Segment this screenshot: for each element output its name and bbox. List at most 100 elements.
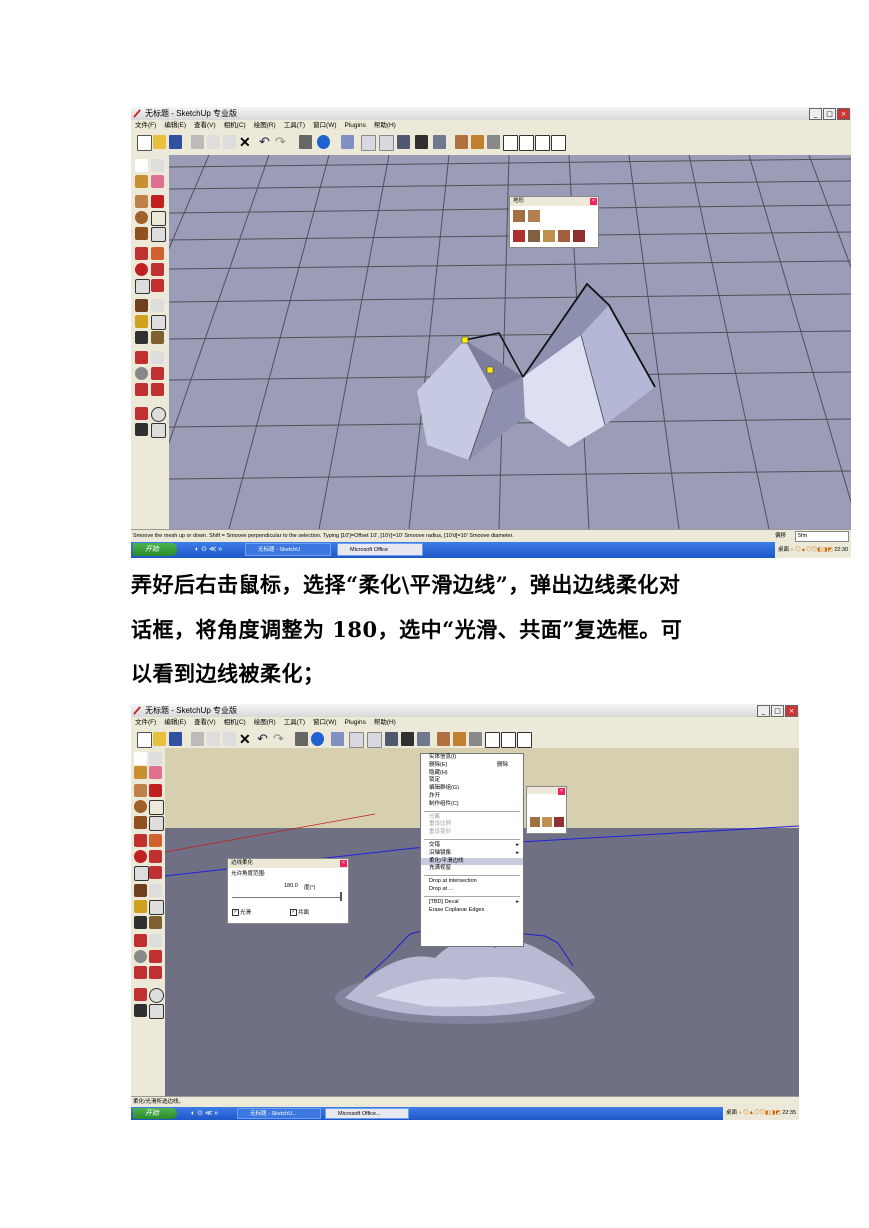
context-menu-item[interactable]: 炸开 — [421, 793, 523, 801]
terrain-icon[interactable] — [455, 135, 468, 149]
iso-view-icon[interactable] — [341, 135, 354, 149]
zoom-icon[interactable] — [135, 367, 148, 380]
maximize-button[interactable]: □ — [771, 705, 784, 717]
select-icon[interactable] — [135, 159, 148, 172]
close-icon[interactable]: × — [340, 860, 347, 867]
circle-icon[interactable] — [135, 211, 148, 224]
menu-draw[interactable]: 绘图(R) — [254, 717, 276, 728]
quicklaunch-icons[interactable]: ◐ ⊙ ≪ » — [191, 1109, 229, 1118]
component-icon[interactable] — [487, 135, 500, 149]
iso-view-icon[interactable] — [331, 732, 344, 746]
close-icon[interactable]: × — [558, 788, 565, 795]
menu-window[interactable]: 窗口(W) — [313, 717, 336, 728]
context-menu-item[interactable]: Drop at intersection — [421, 878, 523, 886]
terrain-tool-icon[interactable] — [513, 210, 525, 222]
zoom-extents-icon[interactable] — [135, 383, 148, 396]
text-icon[interactable] — [149, 900, 164, 915]
shaded-icon[interactable] — [401, 732, 414, 746]
menu-camera[interactable]: 相机(C) — [224, 120, 246, 131]
terrain-tool-icon[interactable] — [513, 230, 525, 242]
menu-draw[interactable]: 绘图(R) — [254, 120, 276, 131]
arc-icon[interactable] — [151, 211, 166, 226]
start-button[interactable]: 开始 — [133, 543, 177, 556]
polygon-icon[interactable] — [135, 227, 148, 240]
terrain-tool-icon[interactable] — [543, 230, 555, 242]
save-icon[interactable] — [169, 135, 182, 149]
context-menu-item[interactable]: 删除(E) 删除 — [421, 762, 523, 770]
front-view-icon[interactable] — [367, 732, 382, 748]
copy-icon[interactable] — [207, 732, 220, 746]
building-icon[interactable] — [501, 732, 516, 748]
menu-help[interactable]: 帮助(H) — [374, 717, 396, 728]
terrain-tool-icon[interactable] — [528, 210, 540, 222]
paste-icon[interactable] — [223, 732, 236, 746]
pan-icon[interactable] — [149, 934, 162, 947]
print-icon[interactable] — [299, 135, 312, 149]
roof-icon[interactable] — [517, 732, 532, 748]
pan-icon[interactable] — [151, 351, 164, 364]
close-button[interactable]: × — [837, 108, 850, 120]
eraser-icon[interactable] — [149, 766, 162, 779]
previous-icon[interactable] — [149, 966, 162, 979]
erase-x-icon[interactable]: ✕ — [239, 732, 252, 746]
top-view-icon[interactable] — [361, 135, 376, 151]
maximize-button[interactable]: □ — [823, 108, 836, 120]
menu-file[interactable]: 文件(F) — [135, 120, 156, 131]
angle-slider-thumb[interactable] — [340, 892, 342, 901]
building-icon[interactable] — [519, 135, 534, 151]
context-menu-item[interactable]: 制作组件(C) — [421, 801, 523, 809]
redo-icon[interactable]: ↷ — [273, 732, 286, 746]
minimize-button[interactable]: _ — [809, 108, 822, 120]
menu-window[interactable]: 窗口(W) — [313, 120, 336, 131]
front-view-icon[interactable] — [379, 135, 394, 151]
menu-plugins[interactable]: Plugins — [345, 120, 366, 131]
context-menu-item[interactable]: Drop at ... — [421, 886, 523, 894]
menu-tools[interactable]: 工具(T) — [284, 717, 305, 728]
taskbar-item-sketchup[interactable]: 无标题 - SketchU — [245, 543, 331, 556]
shaded-icon[interactable] — [415, 135, 428, 149]
context-menu-item[interactable]: Erase Coplanar Edges — [421, 907, 523, 915]
orbit-icon[interactable] — [134, 934, 147, 947]
terrain-tool-icon[interactable] — [558, 230, 570, 242]
undo-icon[interactable]: ↶ — [257, 732, 270, 746]
previous-icon[interactable] — [151, 383, 164, 396]
section-plane-icon[interactable] — [151, 423, 166, 438]
push-pull-icon[interactable] — [149, 834, 162, 847]
context-menu-item[interactable]: 编辑群组(G) — [421, 785, 523, 793]
new-file-icon[interactable] — [137, 732, 152, 748]
zoom-icon[interactable] — [134, 950, 147, 963]
line-icon[interactable] — [151, 195, 164, 208]
polygon-icon[interactable] — [134, 816, 147, 829]
xray-icon[interactable] — [397, 135, 410, 149]
context-menu-item[interactable]: 充满视窗 — [421, 865, 523, 873]
position-camera-icon[interactable] — [135, 407, 148, 420]
rectangle-icon[interactable] — [134, 784, 147, 797]
close-button[interactable]: × — [785, 705, 798, 717]
copy-icon[interactable] — [207, 135, 220, 149]
walk-icon[interactable] — [135, 423, 148, 436]
minimize-button[interactable]: _ — [757, 705, 770, 717]
taskbar-item-sketchup[interactable]: 无标题 - SketchU... — [237, 1108, 321, 1119]
print-icon[interactable] — [295, 732, 308, 746]
rotate-icon[interactable] — [134, 850, 147, 863]
coplanar-checkbox[interactable]: ✓ — [290, 909, 297, 916]
close-icon[interactable]: × — [590, 198, 597, 205]
zoom-window-icon[interactable] — [151, 367, 164, 380]
terrain-tool-icon[interactable] — [554, 817, 564, 827]
scale-icon[interactable] — [134, 866, 149, 881]
open-folder-icon[interactable] — [153, 135, 166, 149]
menu-help[interactable]: 帮助(H) — [374, 120, 396, 131]
new-file-icon[interactable] — [137, 135, 152, 151]
top-view-icon[interactable] — [349, 732, 364, 748]
eraser-icon[interactable] — [151, 175, 164, 188]
move-icon[interactable] — [134, 834, 147, 847]
model-info-icon[interactable] — [317, 135, 330, 149]
cut-icon[interactable] — [191, 732, 204, 746]
terrain-icon[interactable] — [437, 732, 450, 746]
context-menu-item[interactable]: 交错 ▸ — [421, 842, 523, 850]
push-pull-icon[interactable] — [151, 247, 164, 260]
menu-file[interactable]: 文件(F) — [135, 717, 156, 728]
menu-edit[interactable]: 编辑(E) — [164, 120, 186, 131]
rectangle-icon[interactable] — [135, 195, 148, 208]
dimension-icon[interactable] — [149, 884, 162, 897]
